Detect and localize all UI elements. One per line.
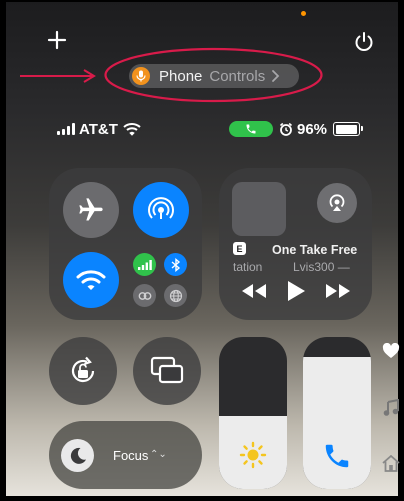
airplay-icon [329, 194, 345, 211]
heart-icon[interactable] [381, 343, 401, 359]
sun-icon [219, 441, 287, 469]
artist-name: Lvis300 — [293, 260, 350, 274]
play-icon[interactable] [285, 279, 307, 303]
rotation-lock-icon [71, 356, 95, 383]
globe-icon [169, 289, 182, 302]
airplane-icon [79, 198, 103, 221]
screen-edge-left [0, 0, 6, 501]
bluetooth-toggle[interactable] [164, 253, 187, 276]
phone-controls-pill[interactable]: Phone Controls [129, 64, 299, 88]
microphone-icon [132, 67, 150, 85]
power-icon[interactable] [353, 31, 375, 53]
cellular-icon [137, 259, 152, 270]
screen-edge-top [0, 0, 404, 2]
annotation-arrow [20, 69, 96, 83]
pill-secondary-label: Controls [209, 67, 266, 85]
song-title: One Take Free [272, 243, 358, 257]
signal-strength-icon [57, 123, 75, 135]
rewind-icon[interactable] [241, 283, 267, 299]
airplay-button[interactable] [317, 183, 357, 223]
brightness-slider[interactable] [219, 337, 287, 489]
airplane-mode-toggle[interactable] [63, 182, 119, 238]
wifi-toggle[interactable] [63, 252, 119, 308]
add-control-icon[interactable] [47, 30, 67, 50]
now-playing-panel[interactable]: E One Take Free tation Lvis300 — [219, 168, 372, 320]
music-note-icon[interactable] [381, 399, 401, 417]
wifi-status-icon [123, 123, 141, 136]
call-volume-phone-icon [303, 441, 371, 471]
connectivity-panel[interactable] [49, 168, 202, 320]
vpn-toggle[interactable] [164, 284, 187, 307]
bluetooth-icon [171, 257, 180, 272]
status-right: 96% [229, 119, 364, 139]
home-icon[interactable] [381, 455, 401, 472]
moon-icon [61, 439, 94, 472]
battery-icon [333, 122, 364, 136]
pill-primary-label: Phone [159, 67, 203, 85]
album-artwork [232, 182, 286, 236]
phone-icon [246, 124, 256, 134]
focus-label: Focus [113, 448, 149, 463]
carrier-label: AT&T [79, 120, 118, 138]
battery-percent: 96% [297, 120, 328, 138]
up-down-chevron-icon: ⌃⌄ [150, 449, 167, 460]
fast-forward-icon[interactable] [325, 283, 351, 299]
wifi-icon [76, 270, 106, 290]
chevron-right-icon [272, 70, 280, 82]
subtitle-scroll: tation [233, 260, 263, 274]
screen-mirroring-toggle[interactable] [133, 337, 201, 405]
alarm-icon [279, 122, 293, 136]
screen-edge-bottom [0, 496, 404, 501]
source-app-badge: E [233, 242, 246, 255]
link-icon [138, 291, 151, 300]
active-call-pill[interactable] [229, 121, 273, 137]
volume-slider[interactable] [303, 337, 371, 489]
privacy-indicator-dot [301, 11, 306, 16]
status-left: AT&T [57, 119, 141, 139]
airdrop-toggle[interactable] [133, 182, 189, 238]
airdrop-icon [148, 197, 174, 219]
personal-hotspot-toggle[interactable] [133, 284, 156, 307]
cellular-toggle[interactable] [133, 253, 156, 276]
orientation-lock-toggle[interactable] [49, 337, 117, 405]
focus-button[interactable]: Focus ⌃⌄ [49, 421, 202, 489]
screen-edge-right [398, 0, 404, 501]
screen-mirroring-icon [150, 356, 184, 384]
